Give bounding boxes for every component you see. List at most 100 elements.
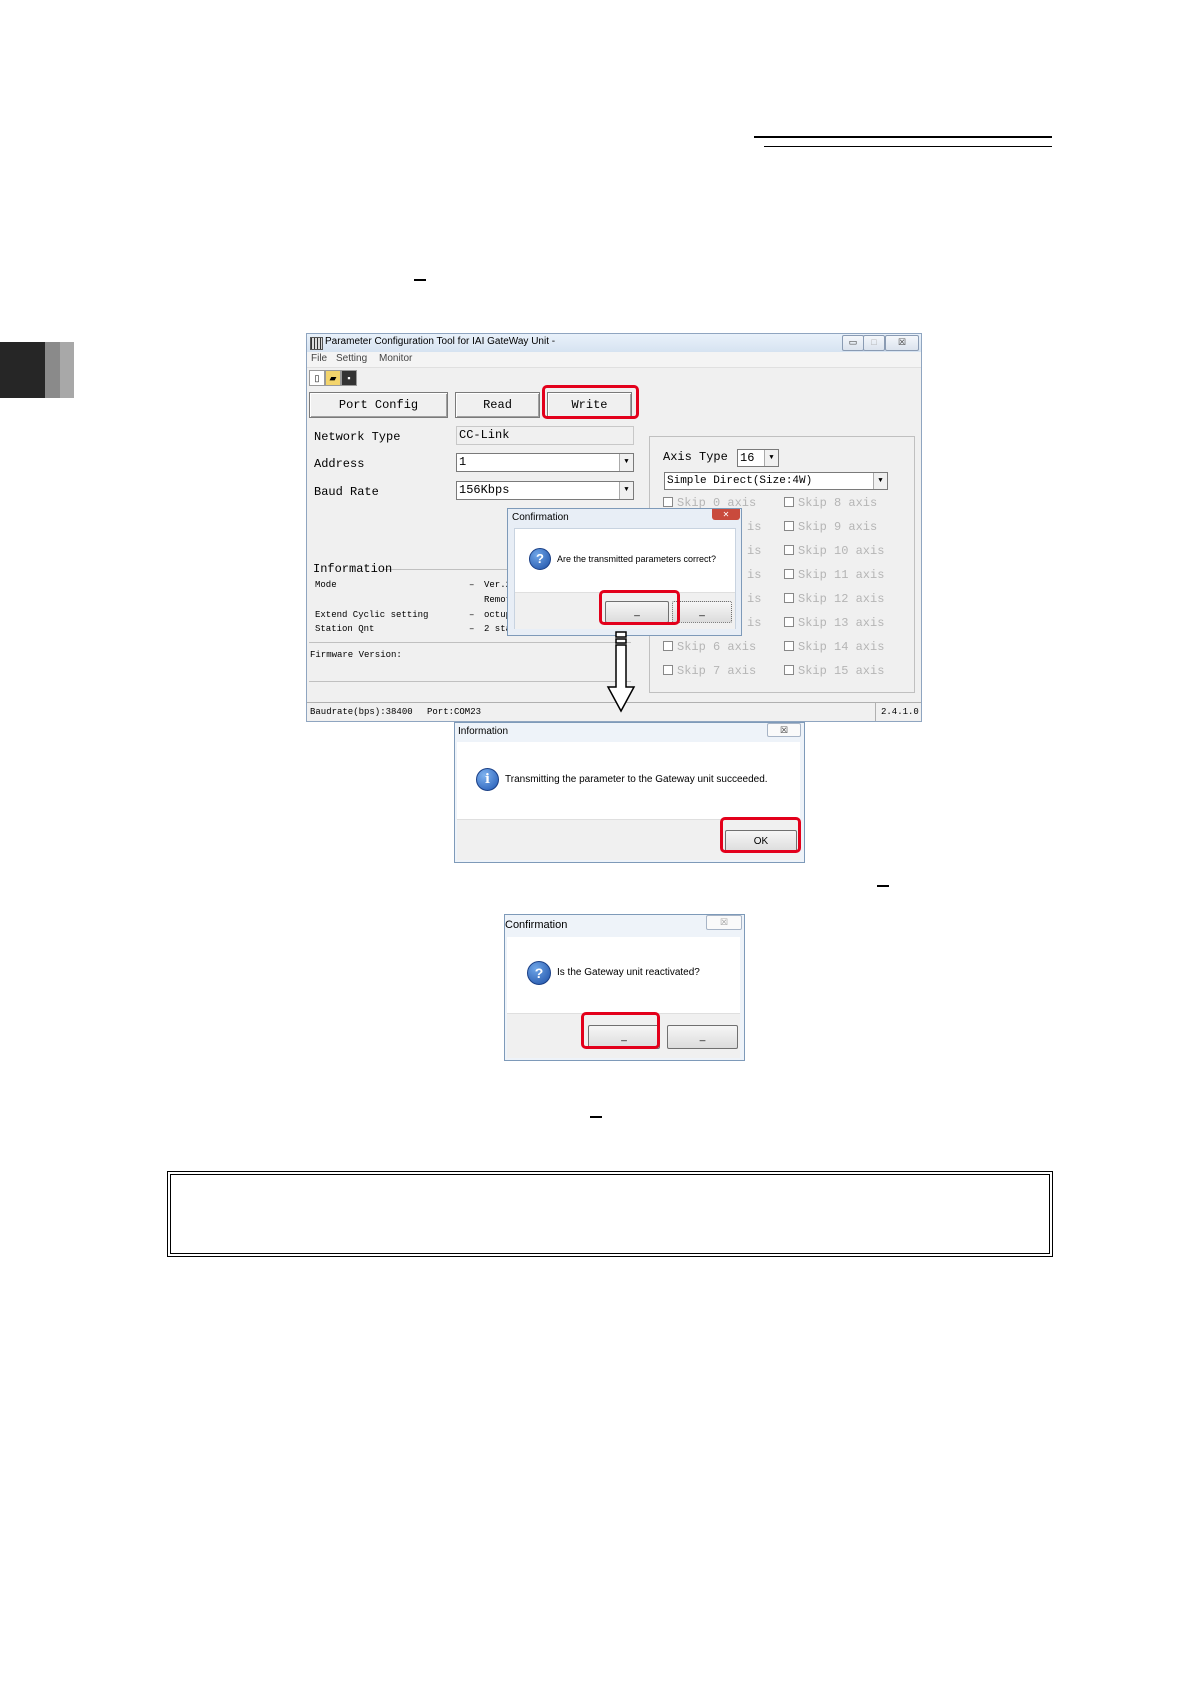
network-type-text: CC-Link (459, 428, 510, 442)
close-button[interactable]: ☒ (885, 335, 919, 351)
question-icon: ? (529, 548, 551, 570)
network-type-value: CC-Link (456, 426, 634, 445)
info-station-dash: – (469, 624, 475, 634)
new-file-icon[interactable]: ▯ (309, 370, 325, 386)
firmware-label: Firmware Version: (310, 650, 402, 660)
skip-axis-12[interactable]: Skip 12 axis (784, 592, 884, 606)
network-type-label: Network Type (314, 430, 401, 444)
skip-label: Skip 6 axis (677, 640, 757, 654)
maximize-button[interactable]: □ (863, 335, 885, 351)
confirm-dialog-1-message: Are the transmitted parameters correct? (557, 554, 717, 564)
address-label: Address (314, 457, 365, 471)
baud-rate-label: Baud Rate (314, 485, 379, 499)
skip-label: Skip 12 axis (798, 592, 885, 606)
note-box (167, 1171, 1053, 1257)
underline-mark (414, 279, 426, 281)
info-mode-dash: – (469, 580, 475, 590)
info-dialog-close[interactable]: ☒ (767, 723, 801, 737)
skip-axis-4[interactable]: is (747, 592, 761, 606)
checkbox[interactable] (784, 617, 794, 627)
skip-axis-3[interactable]: is (747, 568, 761, 582)
checkbox[interactable] (784, 497, 794, 507)
menu-setting[interactable]: Setting (336, 353, 367, 364)
checkbox[interactable] (663, 665, 673, 675)
skip-axis-2[interactable]: is (747, 544, 761, 558)
port-config-button[interactable]: Port Config (309, 392, 448, 418)
checkbox[interactable] (784, 569, 794, 579)
status-baudrate: Baudrate(bps):38400 (310, 707, 413, 717)
skip-axis-8[interactable]: Skip 8 axis (784, 496, 877, 510)
header-rule-top (754, 136, 1052, 138)
chevron-down-icon[interactable]: ▼ (619, 454, 633, 471)
close-icon: ✕ (722, 510, 730, 519)
skip-axis-1[interactable]: is (747, 520, 761, 534)
chevron-down-icon[interactable]: ▼ (873, 473, 887, 489)
skip-axis-6[interactable]: Skip 6 axis (663, 640, 756, 654)
info-extend-dash: – (469, 610, 475, 620)
close-icon: ☒ (779, 725, 789, 735)
checkbox[interactable] (784, 545, 794, 555)
checkbox[interactable] (784, 641, 794, 651)
flow-arrow-icon (606, 631, 636, 713)
skip-axis-5[interactable]: is (747, 616, 761, 630)
confirm-dialog-1-close[interactable]: ✕ (712, 509, 740, 520)
chapter-tab-dark (0, 342, 45, 398)
confirm-dialog-1-title: Confirmation (512, 512, 569, 523)
confirm-dialog-2-title: Confirmation (505, 919, 568, 931)
axis-count-select[interactable]: 16 ▼ (737, 449, 779, 467)
skip-label: is (747, 616, 762, 630)
chapter-tab-light (60, 342, 74, 398)
skip-label: is (747, 592, 762, 606)
address-select[interactable]: 1 ▼ (456, 453, 634, 472)
menu-bar: File Setting Monitor (307, 352, 921, 368)
confirm-1-yes-highlight (599, 590, 680, 625)
skip-label: Skip 11 axis (798, 568, 885, 582)
confirm-dialog-2-close[interactable]: ☒ (706, 915, 742, 930)
baud-rate-select[interactable]: 156Kbps ▼ (456, 481, 634, 500)
confirm-2-yes-highlight (581, 1012, 660, 1049)
skip-axis-15[interactable]: Skip 15 axis (784, 664, 884, 678)
skip-label: Skip 8 axis (798, 496, 878, 510)
skip-axis-9[interactable]: Skip 9 axis (784, 520, 877, 534)
firmware-divider (309, 642, 631, 643)
menu-file[interactable]: File (311, 353, 327, 364)
no-button[interactable]: _ (672, 601, 732, 623)
skip-label: is (747, 544, 762, 558)
read-button[interactable]: Read (455, 392, 540, 418)
axis-mode-select[interactable]: Simple Direct(Size:4W) ▼ (664, 472, 888, 490)
skip-label: Skip 9 axis (798, 520, 878, 534)
status-divider (875, 703, 876, 721)
app-icon (310, 337, 323, 350)
skip-axis-7[interactable]: Skip 7 axis (663, 664, 756, 678)
axis-count-value: 16 (740, 451, 755, 465)
open-folder-icon[interactable]: ▰ (325, 370, 341, 386)
checkbox[interactable] (663, 497, 673, 507)
checkbox[interactable] (784, 521, 794, 531)
header-rule-bottom (764, 146, 1052, 147)
checkbox[interactable] (784, 593, 794, 603)
question-icon: ? (527, 961, 551, 985)
firmware-field (309, 681, 631, 700)
close-icon: ☒ (719, 917, 729, 927)
checkbox[interactable] (663, 641, 673, 651)
skip-label: is (747, 568, 762, 582)
skip-label: Skip 15 axis (798, 664, 885, 678)
skip-axis-10[interactable]: Skip 10 axis (784, 544, 884, 558)
save-disk-icon[interactable]: ▪ (341, 370, 357, 386)
skip-label: Skip 10 axis (798, 544, 885, 558)
title-bar: Parameter Configuration Tool for IAI Gat… (307, 334, 921, 352)
info-dialog-title: Information (458, 726, 509, 737)
underline-mark-2 (877, 885, 889, 887)
skip-axis-11[interactable]: Skip 11 axis (784, 568, 884, 582)
chevron-down-icon[interactable]: ▼ (619, 482, 633, 499)
chevron-down-icon[interactable]: ▼ (764, 450, 778, 466)
skip-axis-14[interactable]: Skip 14 axis (784, 640, 884, 654)
menu-monitor[interactable]: Monitor (379, 353, 412, 364)
minimize-button[interactable]: ▭ (842, 335, 864, 351)
no-button[interactable]: _ (667, 1025, 738, 1049)
underline-mark-3 (590, 1116, 602, 1118)
status-port: Port:COM23 (427, 707, 482, 717)
skip-label: is (747, 520, 762, 534)
skip-axis-13[interactable]: Skip 13 axis (784, 616, 884, 630)
checkbox[interactable] (784, 665, 794, 675)
